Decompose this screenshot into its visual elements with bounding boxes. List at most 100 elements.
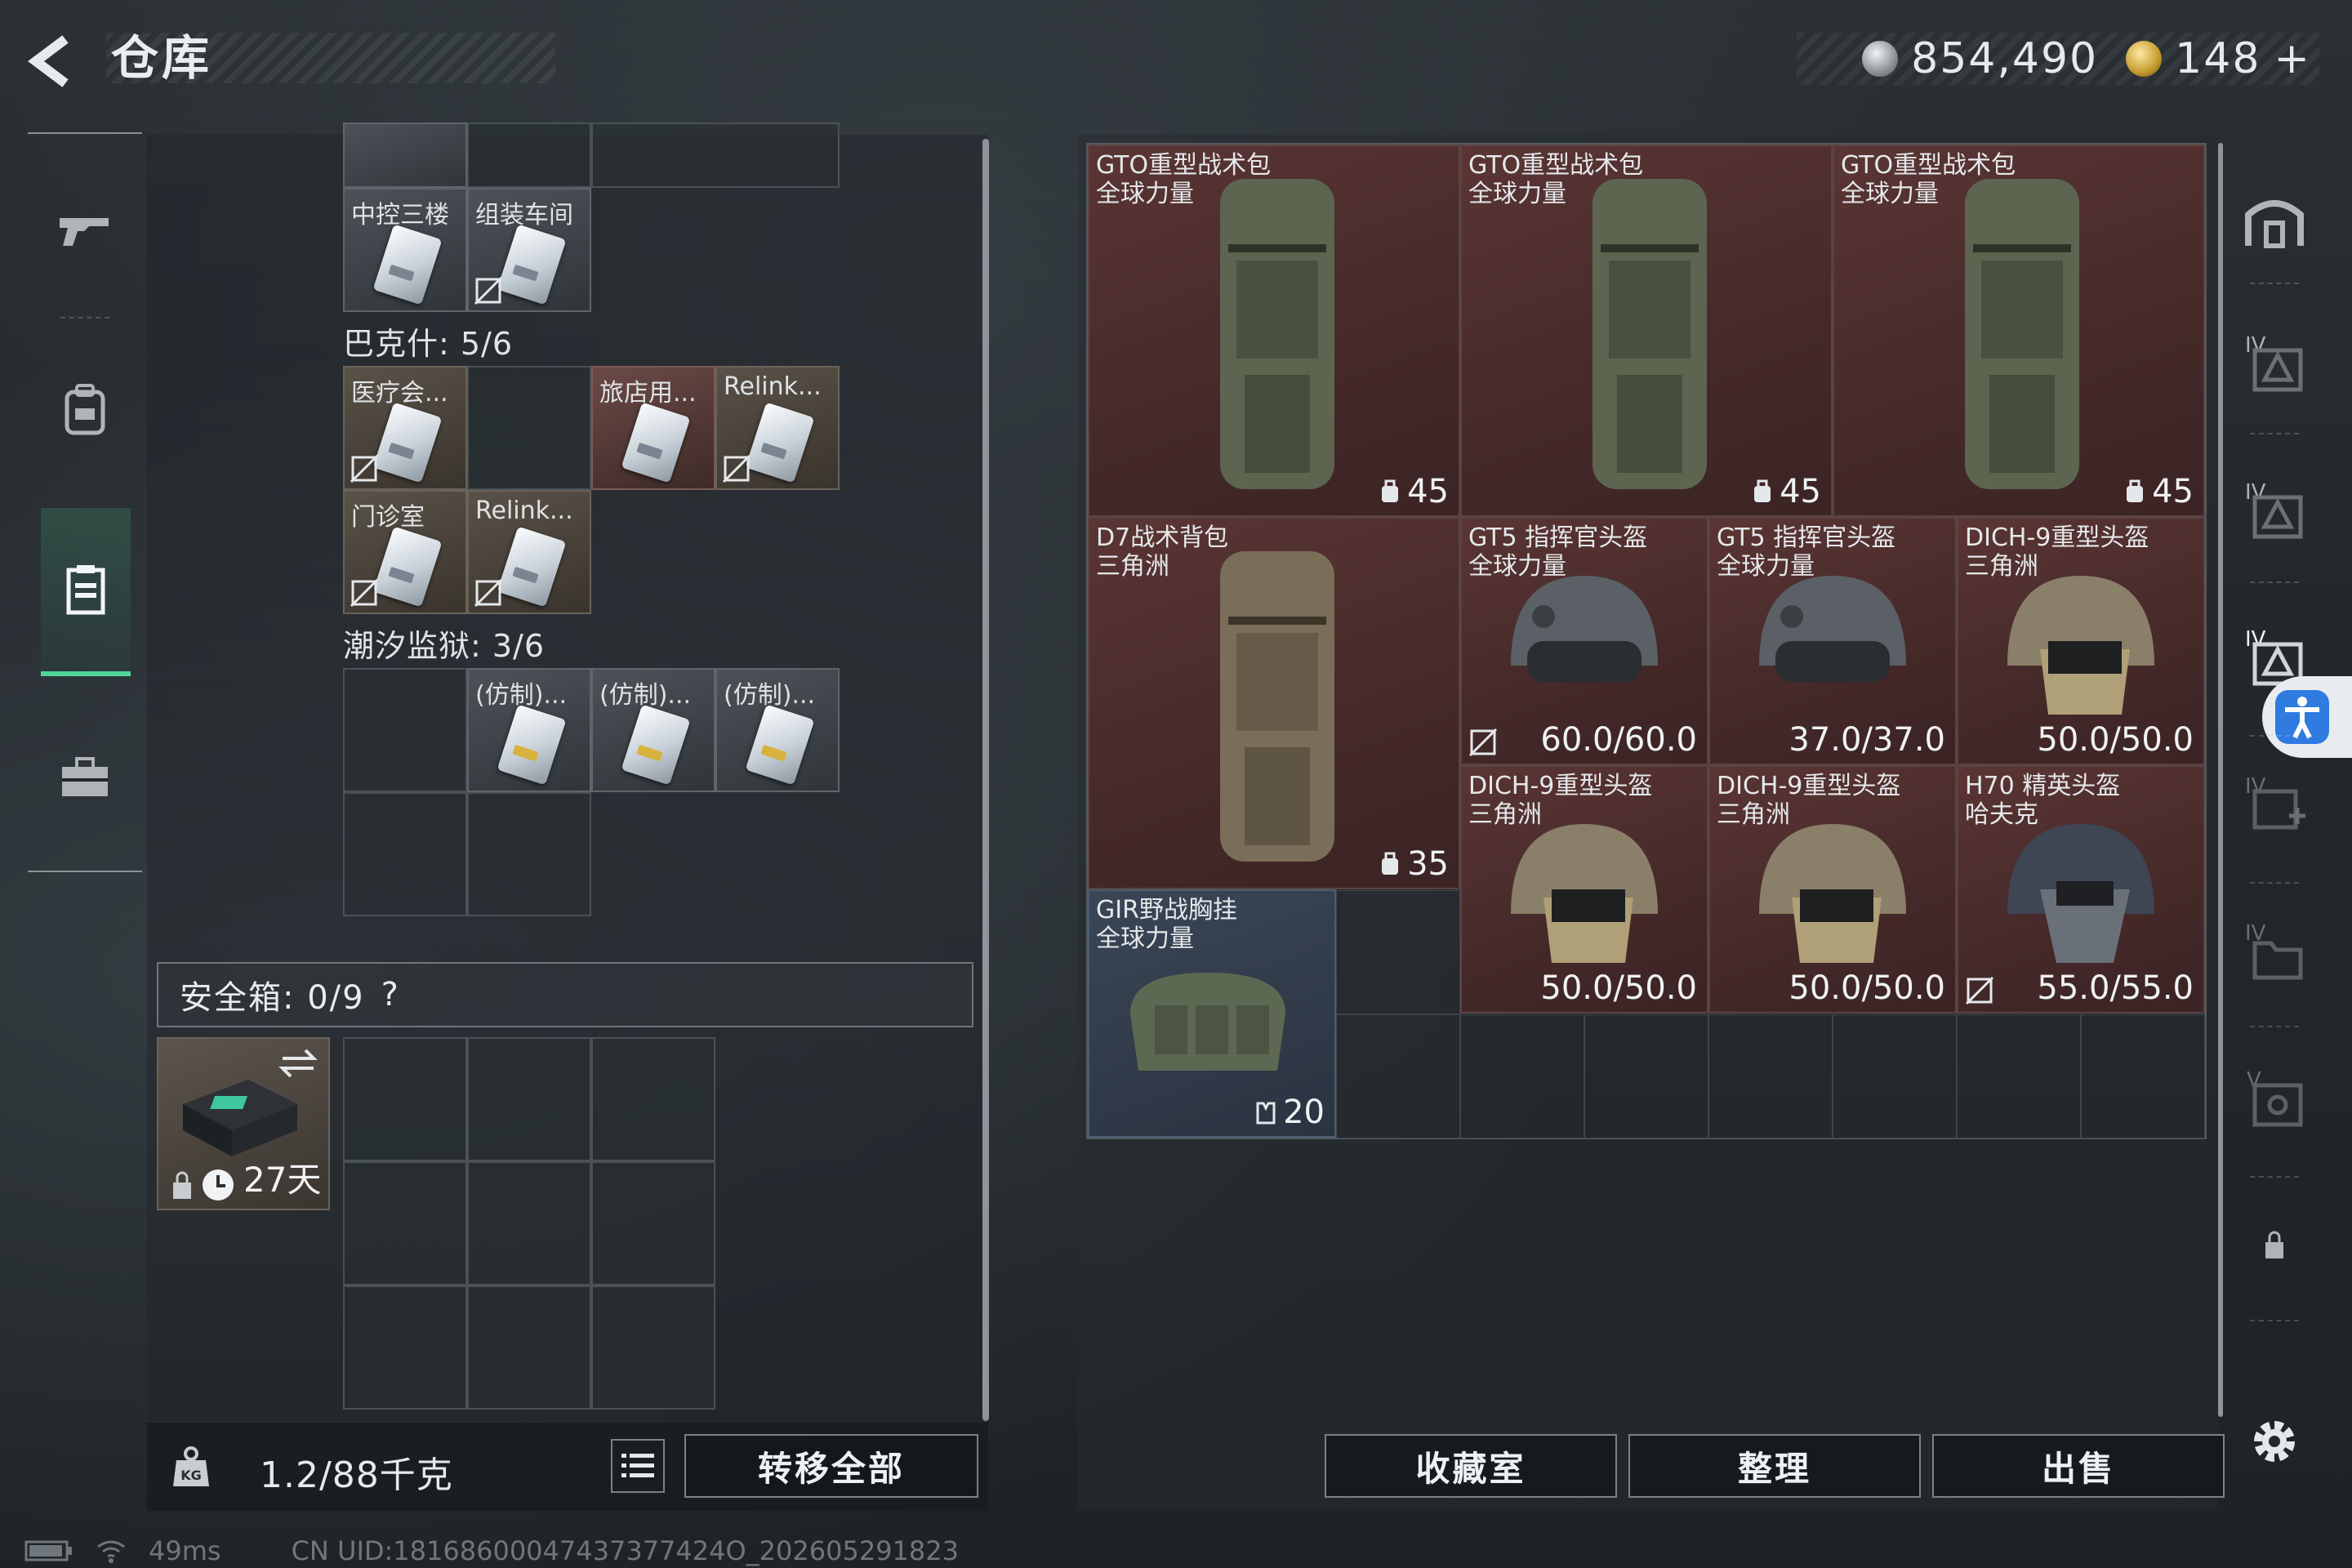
help-button[interactable]: ? <box>381 976 399 1013</box>
empty-slot[interactable] <box>467 122 591 188</box>
item-durability: 50.0/50.0 <box>2037 721 2194 759</box>
stash-item-gto-backpack[interactable]: GTO重型战术包 全球力量 45 <box>1088 145 1460 517</box>
ping-text: 49ms <box>149 1535 221 1566</box>
inventory-scrollbar[interactable] <box>982 139 989 1421</box>
stash-page-4-add[interactable]: IV <box>2238 768 2311 841</box>
safebox-slot[interactable] <box>467 1161 591 1285</box>
item-capacity: 35 <box>1379 845 1449 883</box>
back-button[interactable] <box>24 33 90 90</box>
safebox-slot[interactable] <box>591 1037 715 1161</box>
no-drop-icon <box>1468 728 1498 757</box>
item-name: GT5 指挥官头盔 全球力量 <box>1468 523 1648 581</box>
safebox-slot[interactable] <box>591 1161 715 1285</box>
settings-button[interactable] <box>2238 1405 2311 1478</box>
keycard-slot[interactable]: (仿制)... <box>591 668 715 792</box>
safebox-slot[interactable] <box>467 1285 591 1410</box>
item-label: 医疗会... <box>351 379 448 408</box>
stash-item-gto-backpack[interactable]: GTO重型战术包 全球力量 45 <box>1833 145 2205 517</box>
keycard-slot[interactable]: Relink... <box>715 366 840 490</box>
safebox-case-icon <box>183 1080 297 1156</box>
safebox-slot[interactable] <box>343 1037 467 1161</box>
item-label: Relink... <box>724 372 822 401</box>
vest-capacity-icon <box>1256 1102 1276 1125</box>
safebox-container[interactable]: 27天 <box>157 1037 330 1210</box>
keycard-slot[interactable]: 门诊室 <box>343 490 467 614</box>
item-name: GTO重型战术包 全球力量 <box>1096 151 1272 208</box>
empty-slot[interactable] <box>591 122 840 188</box>
no-drop-icon <box>1965 976 1994 1005</box>
empty-slot[interactable] <box>1336 890 1460 1014</box>
collection-room-button[interactable]: 收藏室 <box>1325 1434 1617 1498</box>
tab-toolbox[interactable] <box>28 696 142 859</box>
currency-gold-value: 148 <box>2175 34 2261 83</box>
empty-slot[interactable] <box>1957 1014 2081 1138</box>
tab-containers[interactable] <box>41 508 131 676</box>
stash-item-dich9-helmet[interactable]: DICH-9重型头盔 三角洲 50.0/50.0 <box>1708 765 1957 1013</box>
stash-item-gt5-helmet[interactable]: GT5 指挥官头盔 全球力量 60.0/60.0 <box>1460 517 1708 765</box>
safebox-slot[interactable] <box>591 1285 715 1410</box>
empty-slot[interactable] <box>1708 1014 1833 1138</box>
stash-page-4-folder[interactable]: IV <box>2238 915 2311 988</box>
stash-item-dich9-helmet[interactable]: DICH-9重型头盔 三角洲 50.0/50.0 <box>1957 517 2205 765</box>
empty-slot[interactable] <box>1584 1014 1708 1138</box>
safebox-slot[interactable] <box>343 1161 467 1285</box>
item-name: DICH-9重型头盔 三角洲 <box>1965 523 2149 581</box>
helmet-art-icon <box>1759 576 1906 682</box>
uid-text: CN UID:18168600047437377424O_20260529182… <box>291 1535 959 1566</box>
keycard-icon <box>372 526 443 608</box>
silver-coin-icon <box>1862 41 1899 77</box>
accessibility-button[interactable] <box>2262 676 2352 758</box>
keycard-slot[interactable]: 组装车间 <box>467 188 591 312</box>
stash-page-5[interactable]: V <box>2238 1062 2311 1135</box>
add-currency-button[interactable]: + <box>2274 34 2311 83</box>
item-label: (仿制)... <box>599 681 692 710</box>
bag-capacity-icon <box>1382 479 1399 502</box>
section-label-tidal-prison: 潮汐监狱: 3/6 <box>343 628 546 664</box>
backpack-art-icon <box>1592 179 1707 489</box>
svg-text:KG: KG <box>180 1468 202 1483</box>
empty-slot[interactable] <box>1336 1014 1460 1138</box>
stash-item-d7-backpack[interactable]: D7战术背包 三角洲 35 <box>1088 517 1460 889</box>
gear-icon <box>2254 1421 2295 1462</box>
tab-weapons[interactable] <box>28 149 142 312</box>
stash-item-gir-chest-rig[interactable]: GIR野战胸挂 全球力量 20 <box>1088 889 1336 1138</box>
stash-item-gt5-helmet[interactable]: GT5 指挥官头盔 全球力量 37.0/37.0 <box>1708 517 1957 765</box>
organize-button[interactable]: 整理 <box>1628 1434 1921 1498</box>
safebox-slot[interactable] <box>467 1037 591 1161</box>
safebox-days: 27天 <box>243 1160 322 1200</box>
keycard-slot[interactable]: 中控三楼 <box>343 188 467 312</box>
stash-page-4a[interactable]: IV <box>2238 327 2311 400</box>
keycard-icon <box>497 704 567 786</box>
item-name: DICH-9重型头盔 三角洲 <box>1717 772 1901 829</box>
keycard-slot[interactable]: 医疗会... <box>343 366 467 490</box>
add-stash-page-icon: IV <box>2245 774 2305 830</box>
transfer-all-button[interactable]: 转移全部 <box>684 1434 978 1498</box>
list-view-button[interactable] <box>611 1439 665 1493</box>
empty-slot[interactable] <box>343 792 467 916</box>
empty-slot[interactable] <box>1833 1014 1957 1138</box>
safebox-slot[interactable] <box>343 1285 467 1410</box>
list-icon <box>621 1454 654 1477</box>
stash-page-4b[interactable]: IV <box>2238 474 2311 547</box>
rail-divider <box>2250 1026 2299 1027</box>
keycard-slot[interactable]: (仿制)... <box>715 668 840 792</box>
empty-slot[interactable] <box>2081 1014 2205 1138</box>
sell-button[interactable]: 出售 <box>1932 1434 2225 1498</box>
stash-item-h70-helmet[interactable]: H70 精英头盔 哈夫克 55.0/55.0 <box>1957 765 2205 1013</box>
locked-stash-page[interactable] <box>2238 1209 2311 1282</box>
stash-item-gto-backpack[interactable]: GTO重型战术包 全球力量 45 <box>1460 145 1833 517</box>
empty-slot[interactable] <box>467 792 591 916</box>
keycard-slot[interactable]: (仿制)... <box>467 668 591 792</box>
empty-slot[interactable] <box>343 668 467 792</box>
item-slot[interactable] <box>343 122 467 188</box>
item-capacity: 45 <box>2124 473 2194 510</box>
tab-backpack[interactable] <box>28 328 142 492</box>
empty-slot[interactable] <box>467 366 591 490</box>
rail-divider <box>2250 283 2299 284</box>
stash-scrollbar[interactable] <box>2218 143 2223 1417</box>
empty-slot[interactable] <box>1460 1014 1584 1138</box>
keycard-slot[interactable]: 旅店用... <box>591 366 715 490</box>
stash-page-home[interactable] <box>2238 184 2311 257</box>
keycard-slot[interactable]: Relink... <box>467 490 591 614</box>
stash-item-dich9-helmet[interactable]: DICH-9重型头盔 三角洲 50.0/50.0 <box>1460 765 1708 1013</box>
